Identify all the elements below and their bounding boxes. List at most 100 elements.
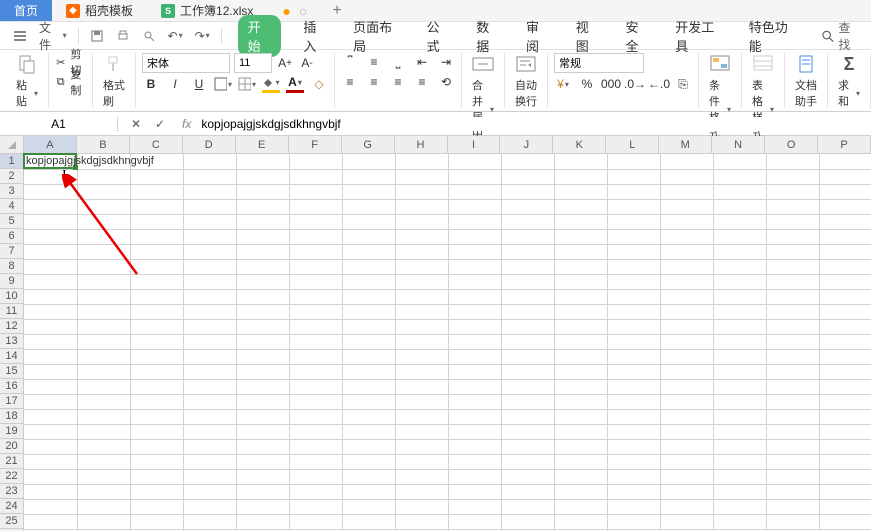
row-header-19[interactable]: 19 bbox=[0, 424, 23, 439]
col-header-J[interactable]: J bbox=[500, 136, 553, 153]
justify-icon[interactable]: ≡ bbox=[413, 73, 431, 91]
tab-insert[interactable]: 插入 bbox=[299, 15, 331, 57]
align-bottom-icon[interactable]: ⎵ bbox=[389, 53, 407, 71]
tab-view[interactable]: 视图 bbox=[572, 15, 604, 57]
number-format-select[interactable] bbox=[554, 53, 644, 73]
decrease-font-icon[interactable]: A- bbox=[298, 54, 316, 72]
row-header-16[interactable]: 16 bbox=[0, 379, 23, 394]
formula-input[interactable] bbox=[197, 117, 871, 131]
italic-button[interactable]: I bbox=[166, 75, 184, 93]
row-header-22[interactable]: 22 bbox=[0, 469, 23, 484]
underline-button[interactable]: U bbox=[190, 75, 208, 93]
bold-button[interactable]: B bbox=[142, 75, 160, 93]
col-header-H[interactable]: H bbox=[395, 136, 448, 153]
doc-assist-button[interactable]: 文档助手 bbox=[791, 53, 821, 109]
clear-format-icon[interactable]: ◇ bbox=[310, 75, 328, 93]
print-icon[interactable] bbox=[113, 29, 133, 43]
row-header-6[interactable]: 6 bbox=[0, 229, 23, 244]
row-header-25[interactable]: 25 bbox=[0, 514, 23, 529]
row-header-2[interactable]: 2 bbox=[0, 169, 23, 184]
col-header-C[interactable]: C bbox=[130, 136, 183, 153]
col-header-A[interactable]: A bbox=[24, 136, 77, 153]
cancel-edit-icon[interactable]: ✕ bbox=[128, 117, 144, 131]
redo-icon[interactable]: ↷▾ bbox=[192, 29, 213, 43]
name-box-input[interactable] bbox=[0, 117, 117, 131]
file-menu[interactable]: 文件▾ bbox=[36, 19, 70, 53]
col-header-O[interactable]: O bbox=[765, 136, 818, 153]
increase-font-icon[interactable]: A+ bbox=[276, 54, 294, 72]
col-header-K[interactable]: K bbox=[553, 136, 606, 153]
app-menu-icon[interactable] bbox=[10, 29, 30, 43]
row-header-17[interactable]: 17 bbox=[0, 394, 23, 409]
row-header-1[interactable]: 1 bbox=[0, 154, 23, 169]
font-size-select[interactable] bbox=[234, 53, 272, 73]
col-header-M[interactable]: M bbox=[659, 136, 712, 153]
col-header-B[interactable]: B bbox=[77, 136, 130, 153]
fx-icon[interactable]: fx bbox=[182, 117, 191, 131]
col-header-G[interactable]: G bbox=[342, 136, 395, 153]
align-right-icon[interactable]: ≡ bbox=[389, 73, 407, 91]
row-header-13[interactable]: 13 bbox=[0, 334, 23, 349]
col-header-N[interactable]: N bbox=[712, 136, 765, 153]
format-painter-button[interactable]: 格式刷 bbox=[99, 53, 129, 109]
col-header-D[interactable]: D bbox=[183, 136, 236, 153]
col-header-P[interactable]: P bbox=[818, 136, 871, 153]
font-color-button[interactable]: A▾ bbox=[286, 75, 304, 93]
cells-area[interactable]: kopjopajgjskdgjsdkhngvbjf I bbox=[24, 154, 871, 531]
orientation-icon[interactable]: ⟲ bbox=[437, 73, 455, 91]
row-header-21[interactable]: 21 bbox=[0, 454, 23, 469]
confirm-edit-icon[interactable]: ✓ bbox=[152, 117, 168, 131]
indent-decrease-icon[interactable]: ⇤ bbox=[413, 53, 431, 71]
tab-data[interactable]: 数据 bbox=[472, 15, 504, 57]
font-name-select[interactable] bbox=[142, 53, 230, 73]
search-button[interactable]: 查找 bbox=[821, 19, 861, 53]
align-top-icon[interactable]: ⎴ bbox=[341, 53, 359, 71]
undo-icon[interactable]: ↶▾ bbox=[165, 29, 186, 43]
row-header-8[interactable]: 8 bbox=[0, 259, 23, 274]
row-header-3[interactable]: 3 bbox=[0, 184, 23, 199]
tab-special[interactable]: 特色功能 bbox=[745, 15, 800, 57]
cell-style-button[interactable]: ▾ bbox=[238, 75, 256, 93]
decrease-decimal-icon[interactable]: ←.0 bbox=[650, 75, 668, 93]
align-center-icon[interactable]: ≡ bbox=[365, 73, 383, 91]
row-header-7[interactable]: 7 bbox=[0, 244, 23, 259]
row-header-11[interactable]: 11 bbox=[0, 304, 23, 319]
paste-button[interactable]: 粘贴▾ bbox=[12, 53, 42, 109]
row-header-23[interactable]: 23 bbox=[0, 484, 23, 499]
tab-formula[interactable]: 公式 bbox=[423, 15, 455, 57]
row-header-4[interactable]: 4 bbox=[0, 199, 23, 214]
percent-icon[interactable]: % bbox=[578, 75, 596, 93]
row-header-10[interactable]: 10 bbox=[0, 289, 23, 304]
copy-button[interactable]: ⧉复制 bbox=[55, 73, 86, 91]
row-header-15[interactable]: 15 bbox=[0, 364, 23, 379]
tab-start[interactable]: 开始 bbox=[238, 15, 282, 57]
format-icon[interactable]: ⎘ bbox=[674, 75, 692, 93]
col-header-I[interactable]: I bbox=[448, 136, 501, 153]
tab-dev[interactable]: 开发工具 bbox=[671, 15, 726, 57]
fill-color-button[interactable]: ▾ bbox=[262, 75, 280, 93]
tab-security[interactable]: 安全 bbox=[622, 15, 654, 57]
sum-button[interactable]: Σ 求和▾ bbox=[834, 53, 864, 109]
comma-icon[interactable]: 000 bbox=[602, 75, 620, 93]
row-header-5[interactable]: 5 bbox=[0, 214, 23, 229]
wrap-text-button[interactable]: 自动换行 bbox=[511, 53, 541, 109]
row-header-12[interactable]: 12 bbox=[0, 319, 23, 334]
spreadsheet-grid[interactable]: ABCDEFGHIJKLMNOP 12345678910111213141516… bbox=[0, 136, 871, 531]
row-header-14[interactable]: 14 bbox=[0, 349, 23, 364]
align-left-icon[interactable]: ≡ bbox=[341, 73, 359, 91]
row-header-24[interactable]: 24 bbox=[0, 499, 23, 514]
preview-icon[interactable] bbox=[139, 29, 159, 43]
tab-page-layout[interactable]: 页面布局 bbox=[349, 15, 404, 57]
align-middle-icon[interactable]: ≡ bbox=[365, 53, 383, 71]
currency-icon[interactable]: ¥▾ bbox=[554, 75, 572, 93]
row-header-9[interactable]: 9 bbox=[0, 274, 23, 289]
col-header-L[interactable]: L bbox=[606, 136, 659, 153]
save-icon[interactable] bbox=[87, 29, 107, 43]
border-button[interactable]: ▾ bbox=[214, 75, 232, 93]
select-all-corner[interactable] bbox=[0, 136, 24, 154]
row-header-18[interactable]: 18 bbox=[0, 409, 23, 424]
col-header-F[interactable]: F bbox=[289, 136, 342, 153]
increase-decimal-icon[interactable]: .0→ bbox=[626, 75, 644, 93]
col-header-E[interactable]: E bbox=[236, 136, 289, 153]
name-box[interactable] bbox=[0, 117, 118, 131]
